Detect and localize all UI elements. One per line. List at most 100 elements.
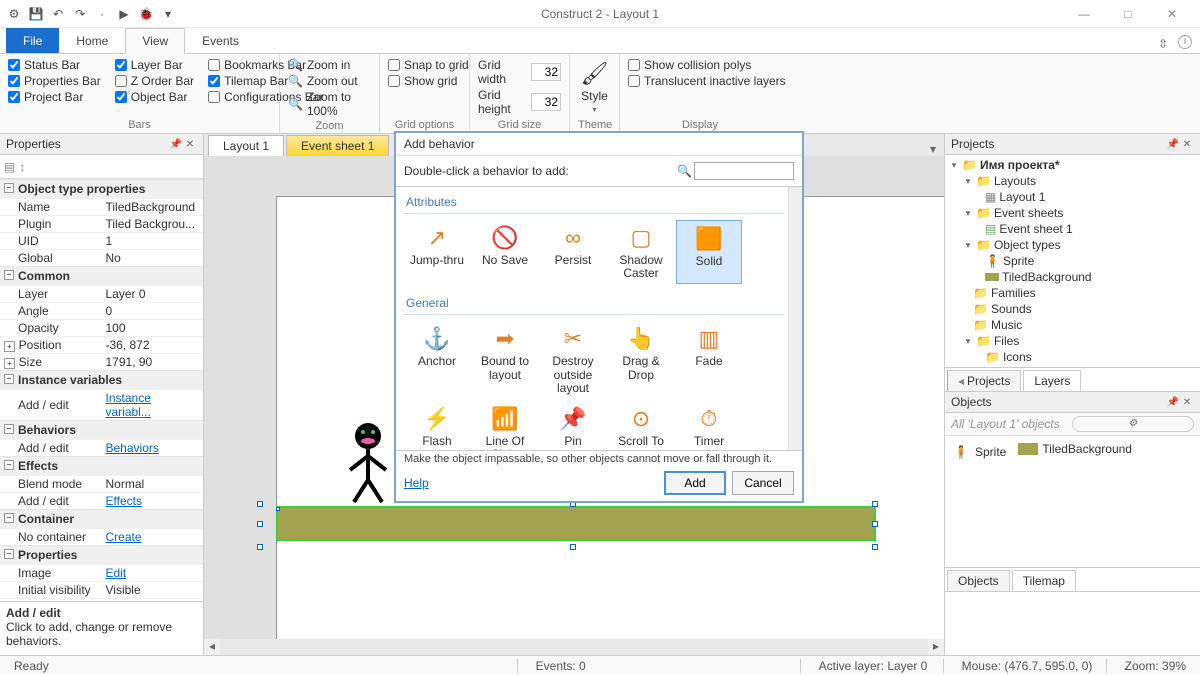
check-project-bar[interactable]: Project Bar (8, 90, 101, 104)
group-display-label: Display (628, 117, 772, 131)
footer-tab-layers[interactable]: Layers (1023, 370, 1081, 391)
panel-close-icon[interactable]: ✕ (1180, 397, 1194, 408)
maximize-icon[interactable]: □ (1108, 3, 1148, 25)
grid-width-input[interactable] (531, 63, 561, 81)
doctab-dropdown-icon[interactable]: ▾ (922, 142, 944, 156)
updown-icon[interactable]: ⇳ (1154, 35, 1172, 53)
window-title: Construct 2 - Layout 1 (541, 7, 659, 21)
brush-icon: 🖌 (581, 61, 609, 87)
check-collision[interactable]: Show collision polys (628, 58, 786, 72)
add-button[interactable]: Add (664, 471, 726, 495)
objects-title: Objects (951, 395, 1166, 409)
redo-icon[interactable]: ↷ (70, 4, 90, 24)
behavior-shadow-caster[interactable]: ▢Shadow Caster (608, 220, 674, 284)
doctab-layout1[interactable]: Layout 1 (208, 135, 284, 156)
doctab-eventsheet1[interactable]: Event sheet 1 (286, 135, 389, 156)
check-status-bar[interactable]: Status Bar (8, 58, 101, 72)
grid-height-input[interactable] (531, 93, 561, 111)
object-sprite[interactable]: 🧍Sprite (951, 442, 1006, 462)
cancel-button[interactable]: Cancel (732, 471, 794, 495)
info-icon[interactable]: i (1178, 35, 1192, 49)
group-theme-label: Theme (578, 117, 611, 131)
projects-title: Projects (951, 137, 1166, 151)
instvar-link[interactable]: Instance variabl... (106, 391, 151, 419)
tab-home[interactable]: Home (59, 28, 125, 53)
edit-link[interactable]: Edit (106, 566, 127, 580)
check-layer-bar[interactable]: Layer Bar (115, 58, 194, 72)
create-link[interactable]: Create (106, 530, 142, 544)
zoom-out-button[interactable]: 🔍Zoom out (288, 74, 371, 88)
behavior-flash[interactable]: ⚡Flash (404, 401, 470, 451)
behavior-bound-to-layout[interactable]: ➡Bound to layout (472, 321, 538, 399)
collapse-icon[interactable]: ▤ (4, 160, 15, 174)
dialog-title: Add behavior (396, 133, 802, 156)
property-info: Add / edit Click to add, change or remov… (0, 601, 203, 655)
behavior-anchor[interactable]: ⚓Anchor (404, 321, 470, 399)
properties-panel: Properties 📌 ✕ ▤ ↕ −Object type properti… (0, 134, 204, 655)
behavior-fade[interactable]: ▥Fade (676, 321, 742, 399)
check-properties-bar[interactable]: Properties Bar (8, 74, 101, 88)
search-input[interactable] (694, 162, 794, 180)
dialog-scrollbar[interactable] (788, 187, 802, 450)
ribbon: Status Bar Properties Bar Project Bar La… (0, 54, 1200, 134)
group-zoom-label: Zoom (288, 118, 371, 132)
behavior-timer[interactable]: ⏱Timer (676, 401, 742, 451)
save-icon[interactable]: 💾 (26, 4, 46, 24)
style-button[interactable]: 🖌 Style ▾ (578, 58, 611, 117)
debug-icon[interactable]: 🐞 (136, 4, 156, 24)
behaviors-link[interactable]: Behaviors (106, 441, 159, 455)
sep-icon: · (92, 4, 112, 24)
footer-tab-objects[interactable]: Objects (947, 570, 1010, 591)
footer-tab-tilemap[interactable]: Tilemap (1012, 570, 1076, 591)
object-tiledbackground[interactable]: TiledBackground (1018, 442, 1132, 456)
undo-icon[interactable]: ↶ (48, 4, 68, 24)
status-events: Events: 0 (530, 659, 800, 673)
tiledbackground-object[interactable] (276, 506, 876, 541)
horizontal-scrollbar[interactable]: ◂ ▸ (204, 639, 944, 655)
tab-view[interactable]: View (125, 28, 185, 54)
behavior-persist[interactable]: ∞Persist (540, 220, 606, 284)
behavior-destroy-outside-layout[interactable]: ✂Destroy outside layout (540, 321, 606, 399)
panel-close-icon[interactable]: ✕ (1180, 139, 1194, 150)
check-snap-grid[interactable]: Snap to grid (388, 58, 469, 72)
check-translucent[interactable]: Translucent inactive layers (628, 74, 786, 88)
category-attributes: Attributes (404, 191, 784, 214)
pin-icon[interactable]: 📌 (1166, 397, 1180, 408)
objects-list[interactable]: 🧍Sprite TiledBackground (945, 436, 1200, 567)
behavior-line-of-sight[interactable]: 📶Line Of Sight (472, 401, 538, 451)
behavior-drag-&-drop[interactable]: 👆Drag & Drop (608, 321, 674, 399)
behavior-jump-thru[interactable]: ↗Jump-thru (404, 220, 470, 284)
search-icon: 🔍 (677, 164, 692, 178)
pin-icon[interactable]: 📌 (169, 139, 183, 150)
sort-icon[interactable]: ↕ (19, 160, 25, 174)
behavior-scroll-to[interactable]: ⊙Scroll To (608, 401, 674, 451)
objects-filter[interactable]: All 'Layout 1' objects (951, 417, 1072, 431)
tab-file[interactable]: File (6, 28, 59, 53)
play-icon[interactable]: ▶ (114, 4, 134, 24)
effects-link[interactable]: Effects (106, 494, 142, 508)
check-object-bar[interactable]: Object Bar (115, 90, 194, 104)
zoom-in-button[interactable]: 🔍Zoom in (288, 58, 371, 72)
dialog-help-link[interactable]: Help (404, 476, 429, 490)
behavior-no-save[interactable]: 🚫No Save (472, 220, 538, 284)
zoom-100-button[interactable]: 🔍Zoom to 100% (288, 90, 371, 118)
pin-icon[interactable]: 📌 (1166, 139, 1180, 150)
footer-tab-projects[interactable]: Projects (967, 374, 1010, 388)
category-general: General (404, 292, 784, 315)
properties-title: Properties (6, 137, 169, 151)
add-behavior-dialog: Add behavior Double-click a behavior to … (395, 132, 803, 502)
minimize-icon[interactable]: — (1064, 3, 1104, 25)
status-zoom: Zoom: 39% (1119, 659, 1192, 673)
behavior-solid[interactable]: 🟧Solid (676, 220, 742, 284)
check-zorder-bar[interactable]: Z Order Bar (115, 74, 194, 88)
check-show-grid[interactable]: Show grid (388, 74, 469, 88)
project-tree[interactable]: ▾📁Имя проекта* ▾📁Layouts ▦Layout 1 ▾📁Eve… (945, 155, 1200, 367)
gear-icon[interactable]: ⚙ (1072, 416, 1195, 432)
close-icon[interactable]: ✕ (1152, 3, 1192, 25)
behavior-pin[interactable]: 📌Pin (540, 401, 606, 451)
status-ready: Ready (8, 659, 55, 673)
panel-close-icon[interactable]: ✕ (183, 139, 197, 150)
titlebar: ⚙ 💾 ↶ ↷ · ▶ 🐞 ▾ Construct 2 - Layout 1 —… (0, 0, 1200, 28)
qat-more-icon[interactable]: ▾ (158, 4, 178, 24)
tab-events[interactable]: Events (185, 28, 256, 53)
